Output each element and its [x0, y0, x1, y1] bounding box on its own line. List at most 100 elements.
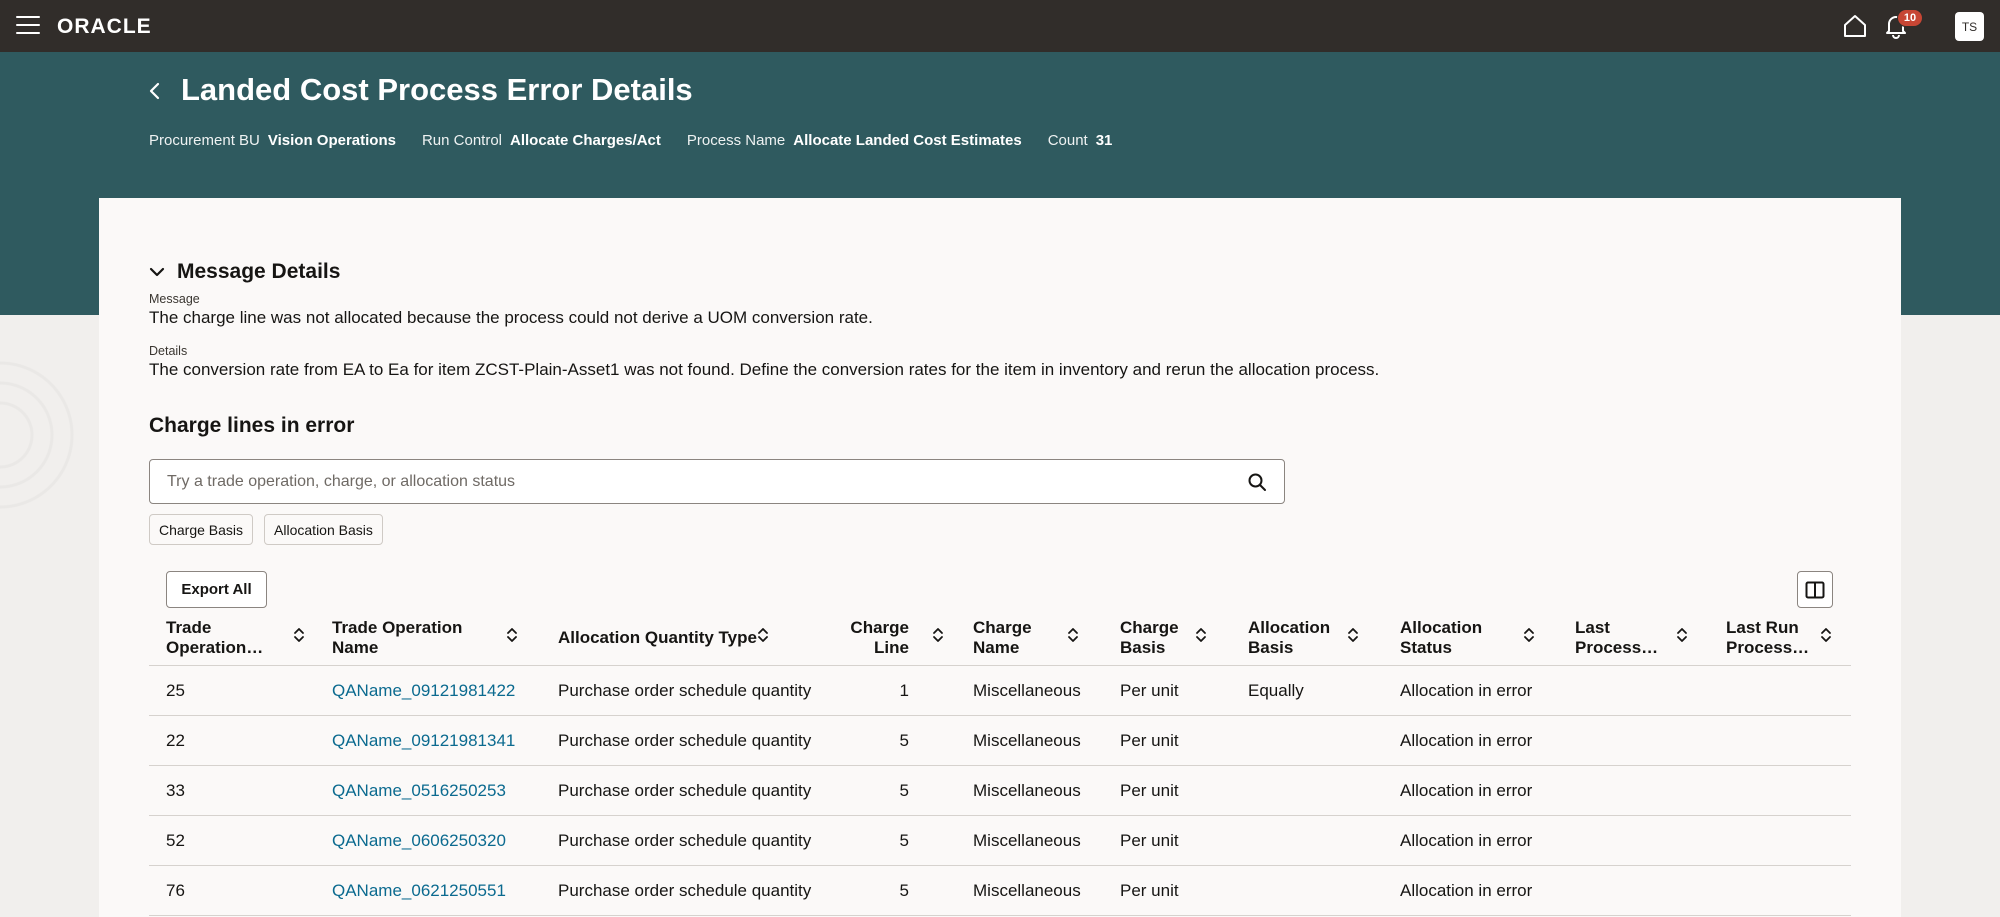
column-header-label: Basis	[1120, 638, 1166, 657]
table-row[interactable]: 33 QAName_0516250253 Purchase order schedu…	[149, 766, 1851, 816]
cell-allocation-quantity-type: Purchase order schedule quantity	[558, 681, 812, 700]
table-row[interactable]: 76 QAName_0621250551 Purchase order schedu…	[149, 866, 1851, 916]
columns-icon	[1805, 581, 1825, 598]
sort-icon[interactable]	[1066, 625, 1080, 645]
column-header-allocation-quantity-type[interactable]: Allocation Quantity Type	[558, 628, 757, 648]
column-header-charge-basis[interactable]: Charge Basis	[1120, 618, 1179, 658]
cell-allocation-status: Allocation in error	[1400, 781, 1533, 800]
cell-allocation-status: Allocation in error	[1400, 831, 1533, 850]
cell-charge-basis: Per unit	[1120, 831, 1179, 850]
cell-trade-operation: 33	[166, 781, 185, 800]
cell-charge-basis: Per unit	[1120, 881, 1179, 900]
cell-charge-basis: Per unit	[1120, 681, 1179, 700]
back-icon[interactable]	[144, 80, 166, 102]
column-header-label: Name	[332, 638, 379, 657]
charge-lines-title: Charge lines in error	[149, 414, 355, 437]
sort-icon[interactable]	[505, 625, 519, 645]
column-header-label: Last	[1575, 618, 1610, 637]
cell-charge-line: 1	[899, 681, 909, 700]
column-settings-button[interactable]	[1797, 571, 1833, 608]
sort-icon[interactable]	[931, 625, 945, 645]
cell-allocation-status: Allocation in error	[1400, 731, 1533, 750]
meta-procurement-bu: Procurement BU Vision Operations	[149, 132, 396, 149]
column-header-allocation-status[interactable]: Allocation Status	[1400, 618, 1482, 658]
table-row[interactable]: 25 QAName_09121981422 Purchase order sched…	[149, 666, 1851, 716]
filter-chips: Charge Basis Allocation Basis	[149, 514, 383, 545]
column-header-label: Charge	[973, 618, 1032, 637]
column-header-last-run-process[interactable]: Last Run Process…	[1726, 618, 1809, 658]
table-row[interactable]: 22 QAName_09121981341 Purchase order sched…	[149, 716, 1851, 766]
message-details-toggle[interactable]: Message Details	[147, 260, 340, 284]
search-icon[interactable]	[1247, 472, 1267, 492]
column-header-label: Process…	[1726, 638, 1810, 657]
details-label: Details	[149, 344, 188, 358]
cell-allocation-quantity-type: Purchase order schedule quantity	[558, 781, 812, 800]
column-header-charge-name[interactable]: Charge Name	[973, 618, 1032, 658]
cell-charge-line: 5	[899, 831, 909, 850]
cell-charge-line: 5	[899, 881, 909, 900]
background-texture	[0, 315, 99, 917]
chip-allocation-basis[interactable]: Allocation Basis	[264, 514, 383, 545]
cell-charge-name: Miscellaneous	[973, 881, 1081, 900]
cell-charge-line: 5	[899, 731, 909, 750]
sort-icon[interactable]	[1346, 625, 1360, 645]
cell-trade-operation-name-link[interactable]: QAName_0516250253	[332, 781, 506, 801]
user-avatar[interactable]: TS	[1955, 12, 1984, 41]
cell-allocation-quantity-type: Purchase order schedule quantity	[558, 881, 812, 900]
sort-icon[interactable]	[1522, 625, 1536, 645]
column-header-label: Process…	[1575, 638, 1659, 657]
menu-icon[interactable]	[16, 16, 40, 36]
sort-icon[interactable]	[756, 625, 770, 645]
search-input[interactable]	[167, 472, 1227, 491]
column-header-label: Last Run	[1726, 618, 1799, 637]
column-header-trade-operation-name[interactable]: Trade Operation Name	[332, 618, 462, 658]
column-header-label: Operation…	[166, 638, 264, 657]
meta-run-control: Run Control Allocate Charges/Act	[421, 132, 661, 149]
sort-icon[interactable]	[1819, 625, 1833, 645]
cell-trade-operation-name-link[interactable]: QAName_09121981341	[332, 731, 515, 751]
cell-trade-operation: 25	[166, 681, 185, 700]
notification-badge: 10	[1897, 9, 1923, 27]
column-header-label: Charge	[1120, 618, 1179, 637]
home-icon[interactable]	[1841, 12, 1869, 40]
column-header-label: Basis	[1248, 638, 1294, 657]
message-value: The charge line was not allocated becaus…	[149, 308, 873, 327]
column-header-charge-line[interactable]: Charge Line	[850, 618, 909, 658]
cell-allocation-quantity-type: Purchase order schedule quantity	[558, 831, 812, 850]
column-header-label: Trade	[166, 618, 212, 637]
cell-charge-name: Miscellaneous	[973, 731, 1081, 750]
export-all-button[interactable]: Export All	[166, 571, 267, 608]
meta-count: Count 31	[1047, 132, 1113, 149]
message-label: Message	[149, 292, 200, 306]
details-value: The conversion rate from EA to Ea for it…	[149, 360, 1380, 379]
cell-trade-operation: 52	[166, 831, 185, 850]
header-meta: Procurement BU Vision Operations Run Cont…	[149, 132, 1112, 149]
charge-lines-table: Trade Operation… Trade Operation Name Alloca…	[149, 616, 1851, 916]
sort-icon[interactable]	[1675, 625, 1689, 645]
cell-trade-operation-name-link[interactable]: QAName_0621250551	[332, 881, 506, 901]
chevron-down-icon	[149, 267, 165, 277]
page-title: Landed Cost Process Error Details	[181, 72, 693, 107]
sort-icon[interactable]	[1194, 625, 1208, 645]
cell-allocation-quantity-type: Purchase order schedule quantity	[558, 731, 812, 750]
column-header-label: Line	[874, 638, 909, 657]
cell-trade-operation: 76	[166, 881, 185, 900]
chip-charge-basis[interactable]: Charge Basis	[149, 514, 254, 545]
column-header-last-process[interactable]: Last Process…	[1575, 618, 1658, 658]
cell-allocation-basis: Equally	[1248, 681, 1304, 700]
table-body: 25 QAName_09121981422 Purchase order sched…	[149, 666, 1851, 916]
column-header-label: Name	[973, 638, 1020, 657]
table-row[interactable]: 52 QAName_0606250320 Purchase order schedu…	[149, 816, 1851, 866]
meta-process-name: Process Name Allocate Landed Cost Estimat…	[686, 132, 1022, 149]
search-field[interactable]	[149, 459, 1285, 504]
oracle-logo[interactable]: ORACLE	[57, 15, 152, 39]
column-header-label: Allocation Quantity Type	[558, 628, 757, 647]
sort-icon[interactable]	[292, 625, 306, 645]
cell-trade-operation-name-link[interactable]: QAName_0606250320	[332, 831, 506, 851]
column-header-trade-operation[interactable]: Trade Operation…	[166, 618, 263, 658]
cell-trade-operation-name-link[interactable]: QAName_09121981422	[332, 681, 515, 701]
cell-charge-basis: Per unit	[1120, 731, 1179, 750]
table-header: Trade Operation… Trade Operation Name Alloca…	[149, 616, 1851, 666]
column-header-label: Allocation	[1400, 618, 1483, 637]
column-header-allocation-basis[interactable]: Allocation Basis	[1248, 618, 1330, 658]
